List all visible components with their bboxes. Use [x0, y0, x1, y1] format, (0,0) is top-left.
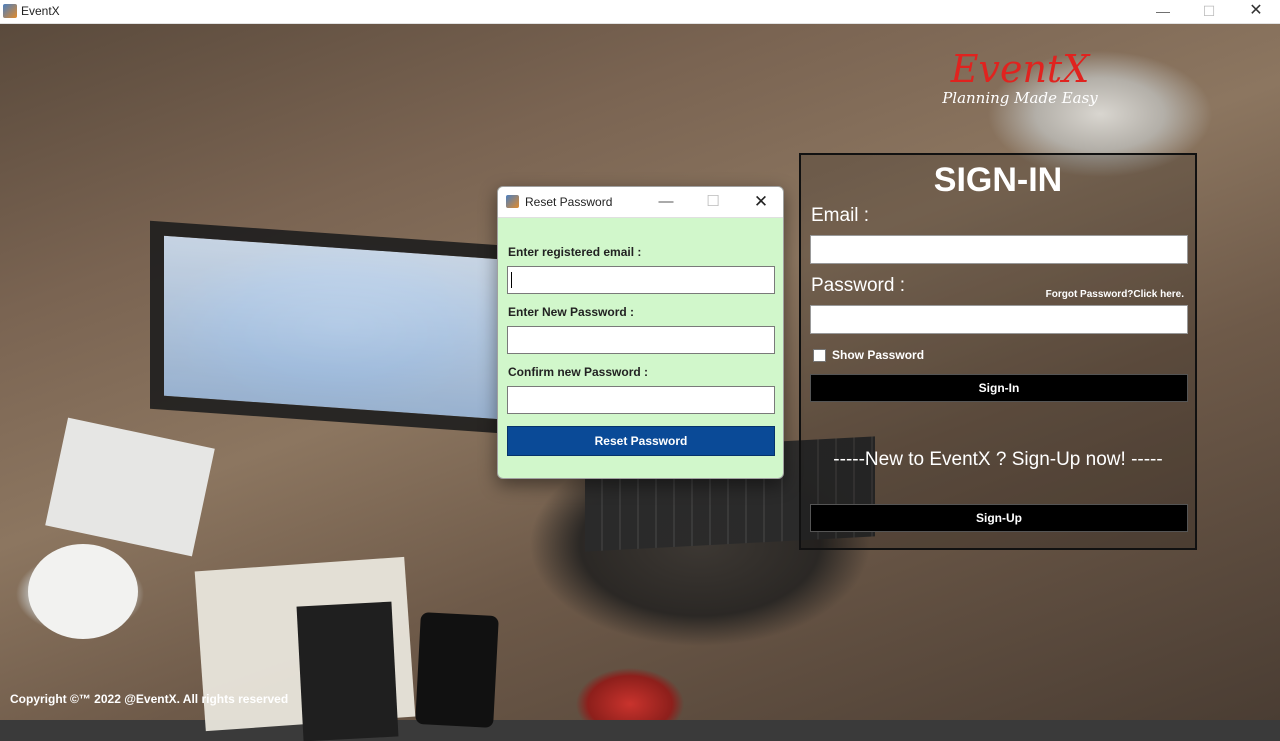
java-app-icon: [3, 4, 17, 18]
dialog-minimize-button[interactable]: —: [651, 192, 681, 212]
background-notebook: [296, 601, 399, 741]
background-monitor: [150, 220, 528, 436]
dialog-maximize-button[interactable]: ☐: [698, 192, 728, 212]
background-plate: [28, 544, 138, 639]
reset-password-button[interactable]: Reset Password: [507, 426, 775, 456]
password-input[interactable]: [810, 305, 1188, 334]
new-password-input[interactable]: [507, 326, 775, 354]
show-password-label: Show Password: [832, 348, 925, 362]
window-titlebar: EventX — ☐ ✕: [0, 0, 1280, 24]
forgot-password-link[interactable]: Forgot Password?Click here.: [1046, 289, 1184, 300]
email-label: Email :: [811, 205, 870, 226]
show-password-checkbox[interactable]: [813, 348, 826, 362]
maximize-button[interactable]: ☐: [1189, 2, 1229, 20]
text-caret: [511, 272, 512, 288]
background-coaster: [45, 417, 215, 557]
dialog-close-button[interactable]: ✕: [746, 192, 776, 212]
copyright-text: Copyright ©™ 2022 @EventX. All rights re…: [10, 692, 289, 706]
brand-logo: EventX Planning Made Easy: [940, 48, 1100, 107]
window-title: EventX: [21, 4, 60, 18]
dialog-title: Reset Password: [525, 195, 613, 209]
registered-email-label: Enter registered email :: [508, 245, 642, 259]
dialog-titlebar: Reset Password — ☐ ✕: [498, 187, 783, 218]
confirm-password-input[interactable]: [507, 386, 775, 414]
reset-password-dialog: Reset Password — ☐ ✕ Enter registered em…: [497, 186, 784, 479]
logo-text: EventX: [950, 47, 1090, 91]
email-input[interactable]: [810, 235, 1188, 264]
signin-heading: SIGN-IN: [933, 161, 1063, 199]
registered-email-input[interactable]: [507, 266, 775, 294]
new-password-label: Enter New Password :: [508, 305, 635, 319]
show-password-toggle[interactable]: Show Password: [813, 348, 924, 362]
signin-panel: SIGN-IN Email : Password : Forgot Passwo…: [799, 153, 1197, 550]
java-app-icon: [506, 195, 519, 208]
tagline: Planning Made Easy: [942, 89, 1098, 107]
password-label: Password :: [811, 275, 905, 296]
confirm-password-label: Confirm new Password :: [508, 365, 649, 379]
minimize-button[interactable]: —: [1143, 2, 1183, 20]
close-button[interactable]: ✕: [1236, 2, 1276, 20]
new-user-prompt: -----New to EventX ? Sign-Up now! -----: [833, 449, 1163, 470]
background-phone: [415, 612, 499, 728]
signin-button[interactable]: Sign-In: [810, 374, 1188, 402]
signup-button[interactable]: Sign-Up: [810, 504, 1188, 532]
